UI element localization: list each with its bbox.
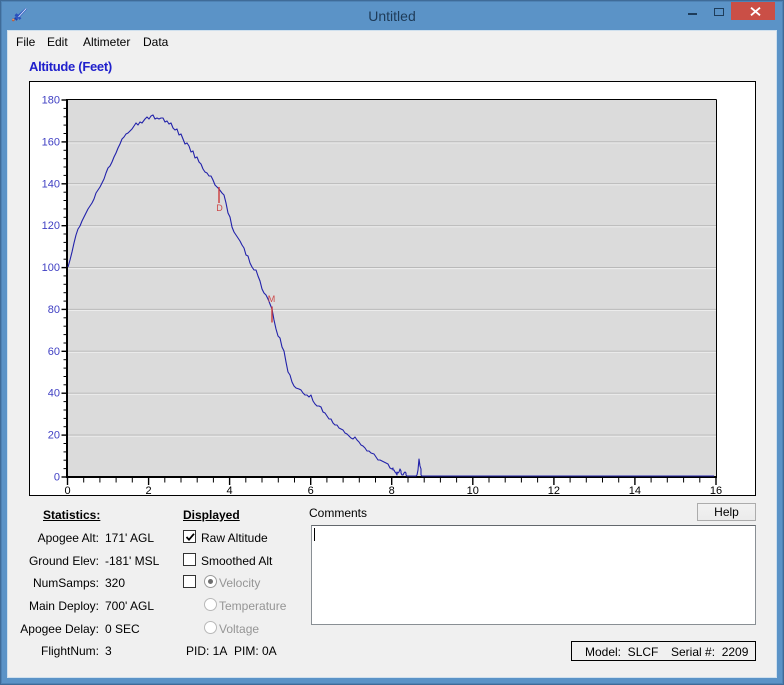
- svg-text:140: 140: [42, 178, 60, 190]
- svg-text:60: 60: [48, 346, 60, 358]
- svg-text:16: 16: [710, 485, 722, 495]
- svg-text:M: M: [268, 294, 276, 304]
- svg-text:4: 4: [227, 485, 233, 495]
- svg-text:180: 180: [42, 95, 60, 107]
- svg-text:40: 40: [48, 388, 60, 400]
- svg-text:80: 80: [48, 304, 60, 316]
- svg-text:20: 20: [48, 430, 60, 442]
- svg-text:0: 0: [54, 472, 60, 484]
- svg-text:14: 14: [629, 485, 641, 495]
- svg-text:120: 120: [42, 220, 60, 232]
- svg-text:6: 6: [308, 485, 314, 495]
- svg-text:160: 160: [42, 136, 60, 148]
- svg-text:0: 0: [64, 485, 70, 495]
- svg-text:2: 2: [146, 485, 152, 495]
- svg-text:12: 12: [548, 485, 560, 495]
- svg-text:8: 8: [389, 485, 395, 495]
- svg-text:100: 100: [42, 262, 60, 274]
- svg-text:10: 10: [467, 485, 479, 495]
- svg-text:D: D: [216, 203, 223, 213]
